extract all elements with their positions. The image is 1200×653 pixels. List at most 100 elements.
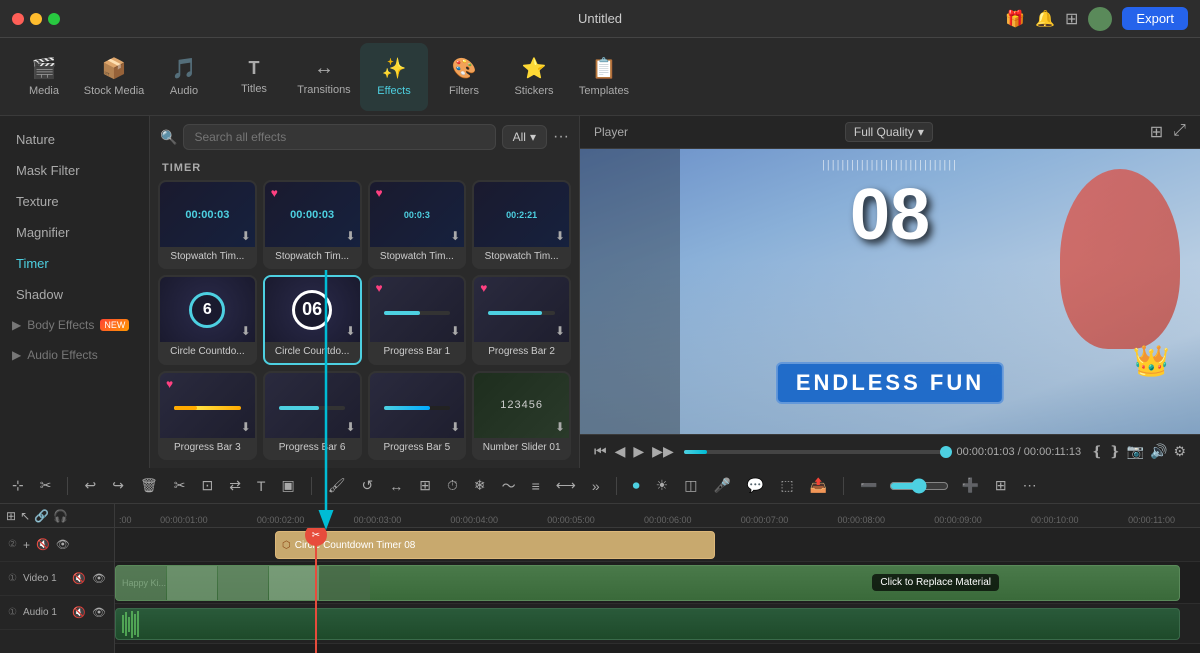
replace-badge[interactable]: Click to Replace Material <box>872 574 999 591</box>
effect-item-stopwatch4[interactable]: 00:2:21 ⬇ Stopwatch Tim... <box>472 180 571 269</box>
download-icon-c1[interactable]: ⬇ <box>241 324 251 338</box>
caption-icon[interactable]: 💬 <box>743 475 768 496</box>
sidebar-item-texture[interactable]: Texture <box>0 186 149 217</box>
snapshot-button[interactable]: 📷 <box>1127 443 1144 460</box>
download-icon-pb6[interactable]: ⬇ <box>345 420 355 434</box>
track-icon-mute-v2[interactable]: 🔇 <box>36 538 50 551</box>
zoom-slider[interactable] <box>889 478 949 494</box>
effect-item-pb1[interactable]: ♥ ⬇ Progress Bar 1 <box>368 275 467 364</box>
grid-view-icon[interactable]: ⊞ <box>1150 122 1163 142</box>
sidebar-item-timer[interactable]: Timer <box>0 248 149 279</box>
toolbar-item-titles[interactable]: T Titles <box>220 43 288 111</box>
flip-icon[interactable]: ↔ <box>385 476 407 496</box>
filter-all-button[interactable]: All ▾ <box>502 125 547 149</box>
search-input[interactable] <box>183 124 495 150</box>
download-icon-pb5[interactable]: ⬇ <box>450 420 460 434</box>
sidebar-section-body-effects[interactable]: ▶ Body Effects NEW <box>0 310 149 340</box>
bell-icon[interactable]: 🔔 <box>1035 9 1055 29</box>
headphone-icon[interactable]: 🎧 <box>53 509 68 523</box>
sidebar-item-mask-filter[interactable]: Mask Filter <box>0 155 149 186</box>
quality-select[interactable]: Full Quality ▾ <box>845 122 933 142</box>
effect-clip[interactable]: ⬡ Circle Countdown Timer 08 <box>275 531 715 559</box>
toolbar-item-transitions[interactable]: ↔ Transitions <box>290 43 358 111</box>
download-icon-pb1[interactable]: ⬇ <box>450 324 460 338</box>
track-icon-eye-v1[interactable]: 👁 <box>92 572 106 585</box>
video-clip[interactable]: Happy Ki... Click to Replace Material <box>115 565 1180 601</box>
curve-icon[interactable]: 〜 <box>498 474 520 498</box>
effect-item-stopwatch3[interactable]: ♥ 00:0:3 ⬇ Stopwatch Tim... <box>368 180 467 269</box>
toolbar-item-media[interactable]: 🎬 Media <box>10 43 78 111</box>
text-icon[interactable]: T <box>253 476 270 496</box>
magnet-icon[interactable]: 🔗 <box>34 509 49 523</box>
sidebar-item-magnifier[interactable]: Magnifier <box>0 217 149 248</box>
undo-icon[interactable]: ↩ <box>80 475 100 496</box>
track-icon-add[interactable]: + <box>23 538 30 552</box>
download-icon[interactable]: ⬇ <box>241 229 251 243</box>
effect-item-pb6[interactable]: ⬇ Progress Bar 6 <box>263 371 362 460</box>
maximize-button[interactable] <box>48 13 60 25</box>
zoom-in-icon[interactable]: ➕ <box>957 475 982 496</box>
effect-item-stopwatch2[interactable]: ♥ 00:00:03 ⬇ Stopwatch Tim... <box>263 180 362 269</box>
sidebar-item-nature[interactable]: Nature <box>0 124 149 155</box>
toolbar-item-effects[interactable]: ✨ Effects <box>360 43 428 111</box>
frame-forward-button[interactable]: ▶▶ <box>652 443 674 460</box>
toolbar-item-templates[interactable]: 📋 Templates <box>570 43 638 111</box>
mic-icon[interactable]: 🎤 <box>709 475 734 496</box>
skip-back-button[interactable]: ⏮ <box>594 443 607 460</box>
effect-item-ns1[interactable]: 123456 ⬇ Number Slider 01 <box>472 371 571 460</box>
fullscreen-icon[interactable]: ⤢ <box>1173 122 1186 142</box>
download-icon-2[interactable]: ⬇ <box>345 229 355 243</box>
track-icon-eye-v2[interactable]: 👁 <box>56 538 70 551</box>
scissors-icon[interactable]: ✂ <box>170 475 190 496</box>
frame-icon[interactable]: ⬚ <box>776 475 797 496</box>
grid-icon[interactable]: ⊞ <box>1065 9 1078 29</box>
track-icon-mute-v1[interactable]: 🔇 <box>72 572 86 585</box>
download-icon-3[interactable]: ⬇ <box>450 229 460 243</box>
toolbar-item-filters[interactable]: 🎨 Filters <box>430 43 498 111</box>
brightness-icon[interactable]: ☀ <box>652 475 673 496</box>
volume-button[interactable]: 🔊 <box>1150 443 1167 460</box>
download-icon-pb2[interactable]: ⬇ <box>555 324 565 338</box>
bracket-open-button[interactable]: ❴ <box>1091 443 1103 460</box>
paint-icon[interactable]: 🖌 <box>324 475 350 496</box>
freeze-icon[interactable]: ❄ <box>470 475 490 496</box>
frame-back-button[interactable]: ◀ <box>615 443 626 460</box>
avatar[interactable] <box>1088 7 1112 31</box>
download-icon-pb3[interactable]: ⬇ <box>241 420 251 434</box>
adjust-icon[interactable]: ≡ <box>528 476 544 496</box>
effect-item-stopwatch1[interactable]: 00:00:03 ⬇ Stopwatch Tim... <box>158 180 257 269</box>
minimize-button[interactable] <box>30 13 42 25</box>
select-tool-icon[interactable]: ⊹ <box>8 475 28 496</box>
track-icon-mute-a1[interactable]: 🔇 <box>72 606 86 619</box>
zoom-out-icon[interactable]: ➖ <box>856 475 881 496</box>
gift-icon[interactable]: 🎁 <box>1005 9 1025 29</box>
settings-button[interactable]: ⚙ <box>1173 443 1186 460</box>
trim-icon[interactable]: ▣ <box>277 475 298 496</box>
effect-item-pb5[interactable]: ⬇ Progress Bar 5 <box>368 371 467 460</box>
cursor-icon[interactable]: ↖ <box>20 509 30 523</box>
toolbar-item-stock[interactable]: 📦 Stock Media <box>80 43 148 111</box>
more-tools-icon[interactable]: » <box>588 476 604 496</box>
more-icon[interactable]: ⋯ <box>1019 475 1041 496</box>
rotate-icon[interactable]: ↺ <box>358 475 378 496</box>
download-icon-c2[interactable]: ⬇ <box>345 324 355 338</box>
mask-icon[interactable]: ◫ <box>680 475 701 496</box>
more-options-button[interactable]: ··· <box>553 128 569 146</box>
toolbar-item-stickers[interactable]: ⭐ Stickers <box>500 43 568 111</box>
resize-icon[interactable]: ⊞ <box>415 475 435 496</box>
share-icon[interactable]: 📤 <box>806 475 831 496</box>
download-icon-4[interactable]: ⬇ <box>555 229 565 243</box>
sidebar-item-shadow[interactable]: Shadow <box>0 279 149 310</box>
bracket-close-button[interactable]: ❵ <box>1109 443 1121 460</box>
transform-icon[interactable]: ⇄ <box>225 475 245 496</box>
effect-item-pb3[interactable]: ♥ ⬇ Progress Bar 3 <box>158 371 257 460</box>
play-button[interactable]: ▶ <box>633 443 644 460</box>
effect-item-pb2[interactable]: ♥ ⬇ Progress Bar 2 <box>472 275 571 364</box>
track-icon-eye-a1[interactable]: 👁 <box>92 606 106 619</box>
effect-item-circle2[interactable]: 06 ⬇ Circle Countdo... <box>263 275 362 364</box>
timer-icon[interactable]: ⏱ <box>443 475 462 496</box>
toolbar-item-audio[interactable]: 🎵 Audio <box>150 43 218 111</box>
close-button[interactable] <box>12 13 24 25</box>
sidebar-section-audio-effects[interactable]: ▶ Audio Effects <box>0 340 149 370</box>
cut-tool-icon[interactable]: ✂ <box>36 475 56 496</box>
